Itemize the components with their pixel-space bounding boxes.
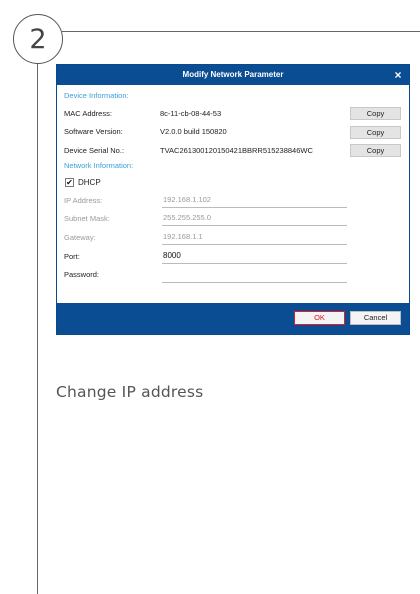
modify-network-dialog: Modify Network Parameter × Device Inform… (56, 64, 410, 335)
serial-number-value: TVAC261300120150421BBRR515238846WC (160, 146, 313, 155)
ip-address-field[interactable]: 192.168.1.102 (162, 193, 347, 208)
gateway-field[interactable]: 192.168.1.1 (162, 230, 347, 245)
cancel-button[interactable]: Cancel (350, 311, 401, 325)
copy-serial-button[interactable]: Copy (350, 144, 401, 157)
port-field[interactable]: 8000 (162, 249, 347, 264)
mac-address-value: 8c-11-cb-08-44-53 (160, 109, 222, 118)
subnet-mask-label: Subnet Mask: (64, 214, 110, 223)
password-label: Password: (64, 270, 100, 279)
side-divider (37, 62, 38, 594)
password-field[interactable] (162, 268, 347, 283)
mac-address-label: MAC Address: (64, 109, 112, 118)
gateway-label: Gateway: (64, 233, 96, 242)
serial-number-label: Device Serial No.: (64, 146, 125, 155)
step-caption: Change IP address (56, 383, 204, 401)
port-label: Port: (64, 252, 80, 261)
copy-mac-button[interactable]: Copy (350, 107, 401, 120)
step-number: 2 (29, 23, 47, 55)
dialog-titlebar: Modify Network Parameter × (57, 65, 409, 85)
ok-button[interactable]: OK (294, 311, 345, 325)
software-version-value: V2.0.0 build 150820 (160, 127, 227, 136)
dhcp-checkbox[interactable]: ✔ (65, 178, 74, 187)
dhcp-label: DHCP (78, 178, 101, 187)
top-divider (62, 31, 420, 32)
device-info-heading: Device Information: (64, 91, 129, 100)
close-icon[interactable]: × (391, 65, 405, 85)
step-number-badge: 2 (13, 14, 63, 64)
network-info-heading: Network Information: (64, 161, 134, 170)
subnet-mask-field[interactable]: 255.255.255.0 (162, 211, 347, 226)
ip-address-label: IP Address: (64, 196, 103, 205)
dialog-footer: OK Cancel (57, 303, 409, 334)
software-version-label: Software Version: (64, 127, 123, 136)
copy-software-button[interactable]: Copy (350, 126, 401, 139)
dialog-title: Modify Network Parameter (182, 70, 284, 79)
